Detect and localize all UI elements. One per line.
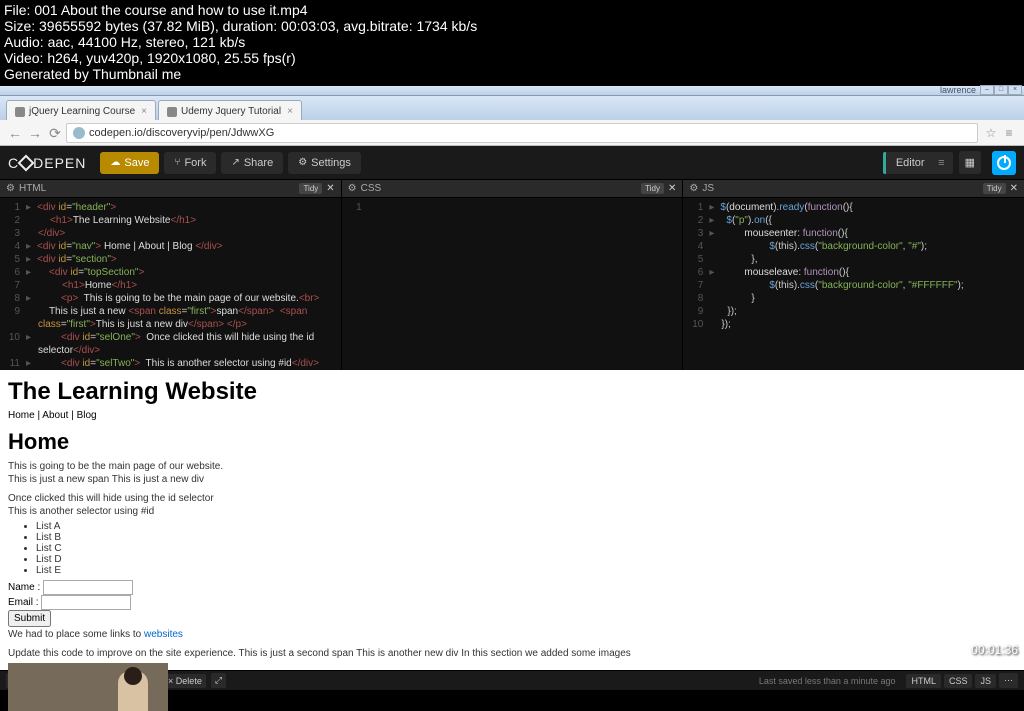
email-input[interactable]	[41, 595, 131, 610]
html-editor-pane: ⚙ HTMLTidy ✕ 1▸ <div id="header"> 2 <h1>Th…	[0, 180, 342, 370]
video-timestamp: 00:01:36	[971, 643, 1018, 657]
save-button[interactable]: ☁ Save	[100, 152, 159, 174]
tidy-button[interactable]: Tidy	[641, 183, 664, 194]
css-code-editor[interactable]: 1	[342, 198, 683, 370]
favicon-icon	[167, 107, 177, 117]
share-button[interactable]: ↗ Share	[221, 152, 283, 174]
power-icon	[997, 156, 1011, 170]
list-item: List A	[36, 521, 1016, 532]
browser-tab[interactable]: Udemy Jquery Tutorial ×	[158, 100, 302, 120]
view-selector[interactable]: Editor	[883, 152, 953, 174]
globe-icon	[73, 127, 85, 139]
pane-title: JS	[702, 183, 982, 194]
window-maximize-button[interactable]: □	[994, 85, 1008, 95]
list-item: List B	[36, 532, 1016, 543]
preview-images	[8, 663, 1016, 711]
menu-icon[interactable]: ≡	[1000, 124, 1018, 142]
save-label: Save	[124, 157, 149, 169]
settings-button[interactable]: ⚙ Settings	[288, 152, 361, 174]
fork-label: Fork	[184, 157, 206, 169]
name-label: Name :	[8, 582, 40, 593]
preview-pane: The Learning Website Home | About | Blog…	[0, 370, 1024, 670]
name-input[interactable]	[43, 580, 133, 595]
window-close-button[interactable]: ×	[1008, 85, 1022, 95]
codepen-logo: CDEPEN	[8, 155, 86, 171]
url-text: codepen.io/discoveryvip/pen/JdwwXG	[89, 127, 274, 139]
video-metadata-overlay: File: 001 About the course and how to us…	[0, 0, 1024, 86]
js-code-editor[interactable]: 1▸ $(document).ready(function(){ 2▸ $("p…	[683, 198, 1024, 370]
preview-text: Update this code to improve on the site …	[8, 648, 1016, 659]
gear-icon[interactable]: ⚙	[6, 183, 15, 194]
websites-link[interactable]: websites	[144, 629, 183, 640]
gear-icon[interactable]: ⚙	[689, 183, 698, 194]
overlay-audio: Audio: aac, 44100 Hz, stereo, 121 kb/s	[4, 34, 1020, 50]
close-icon[interactable]: ✕	[668, 183, 676, 194]
fork-button[interactable]: ⑂ Fork	[164, 152, 216, 174]
list-item: List C	[36, 543, 1016, 554]
list-item: List E	[36, 565, 1016, 576]
browser-toolbar: ← → ⟳ codepen.io/discoveryvip/pen/JdwwXG…	[0, 120, 1024, 146]
preview-text: Once clicked this will hide using the id…	[8, 493, 1016, 504]
codepen-header: CDEPEN ☁ Save ⑂ Fork ↗ Share ⚙ Settings Edit…	[0, 146, 1024, 180]
tidy-button[interactable]: Tidy	[983, 183, 1006, 194]
browser-tabstrip: jQuery Learning Course × Udemy Jquery Tut…	[0, 96, 1024, 120]
section-heading: Home	[8, 429, 1016, 455]
gear-icon: ⚙	[298, 157, 307, 168]
reload-button[interactable]: ⟳	[46, 124, 64, 142]
bookmark-icon[interactable]: ☆	[982, 124, 1000, 142]
js-editor-pane: ⚙ JSTidy ✕ 1▸ $(document).ready(function()…	[683, 180, 1024, 370]
settings-label: Settings	[311, 157, 351, 169]
tab-close-icon[interactable]: ×	[141, 106, 147, 117]
list-item: List D	[36, 554, 1016, 565]
address-bar[interactable]: codepen.io/discoveryvip/pen/JdwwXG	[66, 123, 978, 143]
tab-close-icon[interactable]: ×	[287, 106, 293, 117]
preview-text: This is just a new span This is just a n…	[8, 474, 1016, 485]
layout-button[interactable]: ▦	[959, 151, 981, 174]
share-icon: ↗	[231, 157, 239, 168]
preview-text: We had to place some links to websites	[8, 629, 1016, 640]
overlay-generator: Generated by Thumbnail me	[4, 66, 1020, 82]
tidy-button[interactable]: Tidy	[299, 183, 322, 194]
gear-icon[interactable]: ⚙	[348, 183, 357, 194]
preview-text: This is going to be the main page of our…	[8, 461, 1016, 472]
browser-tab[interactable]: jQuery Learning Course ×	[6, 100, 156, 120]
browser-user-label: lawrence	[940, 85, 976, 95]
back-button[interactable]: ←	[6, 124, 24, 142]
html-code-editor[interactable]: 1▸ <div id="header"> 2 <h1>The Learning …	[0, 198, 341, 370]
preview-nav: Home | About | Blog	[8, 410, 1016, 421]
window-controls: – □ ×	[980, 85, 1022, 95]
window-minimize-button[interactable]: –	[980, 85, 994, 95]
close-icon[interactable]: ✕	[1010, 183, 1018, 194]
submit-button[interactable]: Submit	[8, 610, 51, 627]
css-editor-pane: ⚙ CSSTidy ✕ 1	[342, 180, 684, 370]
overlay-size: Size: 39655592 bytes (37.82 MiB), durati…	[4, 18, 1020, 34]
pane-title: HTML	[19, 183, 299, 194]
email-label: Email :	[8, 597, 39, 608]
overlay-file: File: 001 About the course and how to us…	[4, 2, 1020, 18]
close-icon[interactable]: ✕	[326, 183, 334, 194]
pane-title: CSS	[361, 183, 641, 194]
tab-title: jQuery Learning Course	[29, 106, 135, 117]
cloud-icon: ☁	[110, 157, 120, 168]
share-label: Share	[244, 157, 273, 169]
overlay-video: Video: h264, yuv420p, 1920x1080, 25.55 f…	[4, 50, 1020, 66]
preview-text: This is another selector using #id	[8, 506, 1016, 517]
preview-list: List A List B List C List D List E	[36, 521, 1016, 576]
favicon-icon	[15, 107, 25, 117]
forward-button[interactable]: →	[26, 124, 44, 142]
browser-titlebar: lawrence – □ ×	[0, 86, 1024, 96]
tab-title: Udemy Jquery Tutorial	[181, 106, 281, 117]
user-avatar[interactable]	[992, 151, 1016, 175]
preview-image	[8, 663, 168, 711]
page-title: The Learning Website	[8, 378, 1016, 406]
fork-icon: ⑂	[174, 157, 180, 168]
